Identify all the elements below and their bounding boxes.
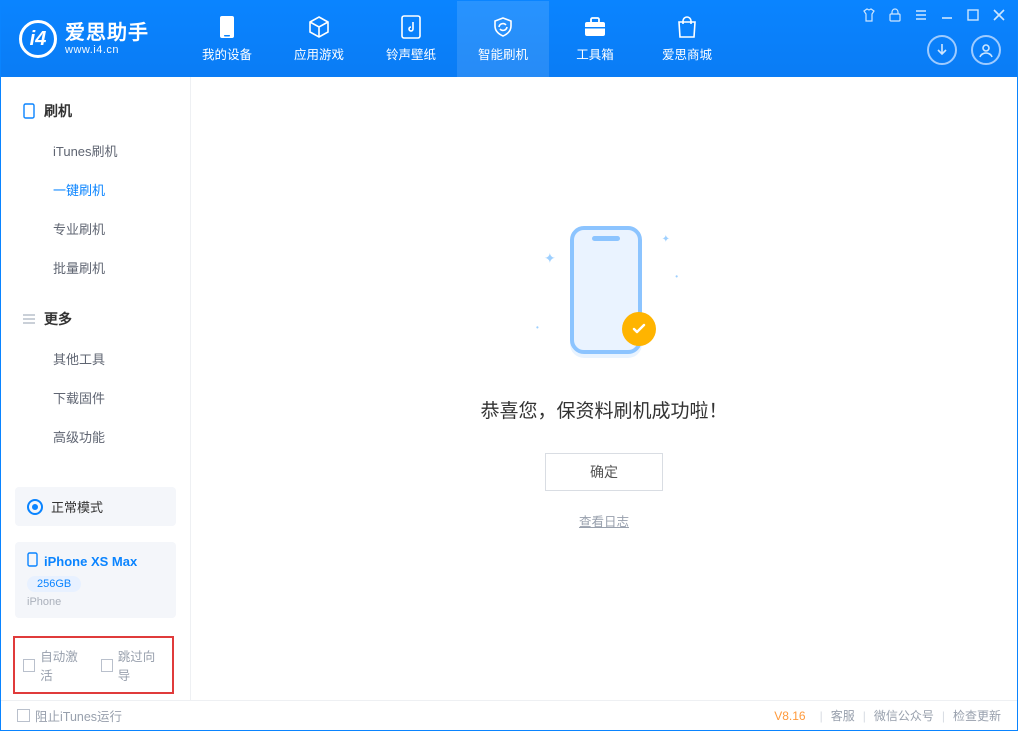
sidebar-section-more: 更多 (1, 299, 190, 339)
sidebar-item-download-firmware[interactable]: 下载固件 (1, 378, 190, 417)
menu-icon[interactable] (913, 7, 929, 23)
footer-link-support[interactable]: 客服 (831, 707, 855, 724)
ok-button[interactable]: 确定 (545, 453, 663, 491)
brand-title: 爱思助手 (65, 22, 149, 44)
version-label: V8.16 (774, 709, 805, 723)
sparkle-icon: • (536, 323, 539, 332)
download-button[interactable] (927, 35, 957, 65)
user-account-button[interactable] (971, 35, 1001, 65)
checkmark-badge-icon (622, 312, 656, 346)
sidebar-item-pro-flash[interactable]: 专业刷机 (1, 209, 190, 248)
sparkle-icon: • (675, 272, 678, 281)
nav-label: 智能刷机 (478, 44, 528, 63)
refresh-shield-icon (491, 15, 515, 39)
nav-apps-games[interactable]: 应用游戏 (273, 1, 365, 77)
nav-store[interactable]: 爱思商城 (641, 1, 733, 77)
checkbox-label: 阻止iTunes运行 (35, 706, 122, 725)
music-file-icon (399, 15, 423, 39)
checkbox-skip-guide[interactable]: 跳过向导 (101, 646, 165, 684)
mode-indicator-icon (27, 499, 43, 515)
device-outline-icon (21, 104, 36, 119)
app-header: i4 爱思助手 www.i4.cn 我的设备 应用游戏 铃声壁纸 智能刷机 工具… (1, 1, 1017, 77)
logo-icon: i4 (19, 20, 57, 58)
nav-smart-flash[interactable]: 智能刷机 (457, 1, 549, 77)
sidebar-section-title: 更多 (44, 309, 72, 329)
sidebar: 刷机 iTunes刷机 一键刷机 专业刷机 批量刷机 更多 其他工具 下载固件 … (1, 77, 191, 700)
main-content: ✦ ✦ • • 恭喜您，保资料刷机成功啦！ 确定 查看日志 (191, 77, 1017, 700)
cube-icon (307, 15, 331, 39)
nav-label: 铃声壁纸 (386, 44, 436, 63)
checkbox-auto-activate[interactable]: 自动激活 (23, 646, 87, 684)
sparkle-icon: ✦ (662, 234, 670, 245)
nav-ringtone-wallpaper[interactable]: 铃声壁纸 (365, 1, 457, 77)
nav-label: 爱思商城 (662, 44, 712, 63)
briefcase-icon (583, 15, 607, 39)
minimize-icon[interactable] (939, 7, 955, 23)
shopping-bag-icon (675, 15, 699, 39)
status-bar: 阻止iTunes运行 V8.16 | 客服 | 微信公众号 | 检查更新 (1, 700, 1017, 730)
sidebar-section-flash: 刷机 (1, 91, 190, 131)
view-log-link[interactable]: 查看日志 (579, 511, 629, 530)
nav-label: 工具箱 (576, 44, 614, 63)
maximize-icon[interactable] (965, 7, 981, 23)
footer-link-wechat[interactable]: 微信公众号 (874, 707, 934, 724)
nav-my-device[interactable]: 我的设备 (181, 1, 273, 77)
success-message: 恭喜您，保资料刷机成功啦！ (480, 396, 727, 423)
brand-subtitle: www.i4.cn (65, 44, 149, 56)
sidebar-item-oneclick-flash[interactable]: 一键刷机 (1, 170, 190, 209)
sidebar-item-itunes-flash[interactable]: iTunes刷机 (1, 131, 190, 170)
sidebar-section-title: 刷机 (44, 101, 72, 121)
lock-icon[interactable] (887, 7, 903, 23)
device-info-card[interactable]: iPhone XS Max 256GB iPhone (15, 542, 176, 618)
sidebar-item-other-tools[interactable]: 其他工具 (1, 339, 190, 378)
checkbox-block-itunes[interactable]: 阻止iTunes运行 (17, 706, 122, 725)
app-logo: i4 爱思助手 www.i4.cn (1, 1, 167, 77)
mode-label: 正常模式 (51, 497, 103, 516)
sparkle-icon: ✦ (544, 250, 556, 267)
device-capacity-badge: 256GB (27, 576, 81, 592)
nav-label: 应用游戏 (294, 44, 344, 63)
device-name: iPhone XS Max (44, 554, 137, 569)
phone-icon (215, 15, 239, 39)
device-type: iPhone (27, 596, 164, 608)
shirt-icon[interactable] (861, 7, 877, 23)
options-highlight-box: 自动激活 跳过向导 (13, 636, 174, 694)
device-small-icon (27, 552, 38, 570)
list-icon (21, 312, 36, 327)
close-icon[interactable] (991, 7, 1007, 23)
sidebar-item-batch-flash[interactable]: 批量刷机 (1, 248, 190, 287)
checkbox-label: 跳过向导 (118, 646, 164, 684)
sidebar-item-advanced[interactable]: 高级功能 (1, 417, 190, 456)
checkbox-label: 自动激活 (40, 646, 86, 684)
nav-toolbox[interactable]: 工具箱 (549, 1, 641, 77)
nav-label: 我的设备 (202, 44, 252, 63)
footer-link-update[interactable]: 检查更新 (953, 707, 1001, 724)
top-nav: 我的设备 应用游戏 铃声壁纸 智能刷机 工具箱 爱思商城 (181, 1, 733, 77)
window-controls (861, 7, 1007, 23)
success-illustration: ✦ ✦ • • (544, 208, 664, 368)
device-mode-card[interactable]: 正常模式 (15, 487, 176, 526)
